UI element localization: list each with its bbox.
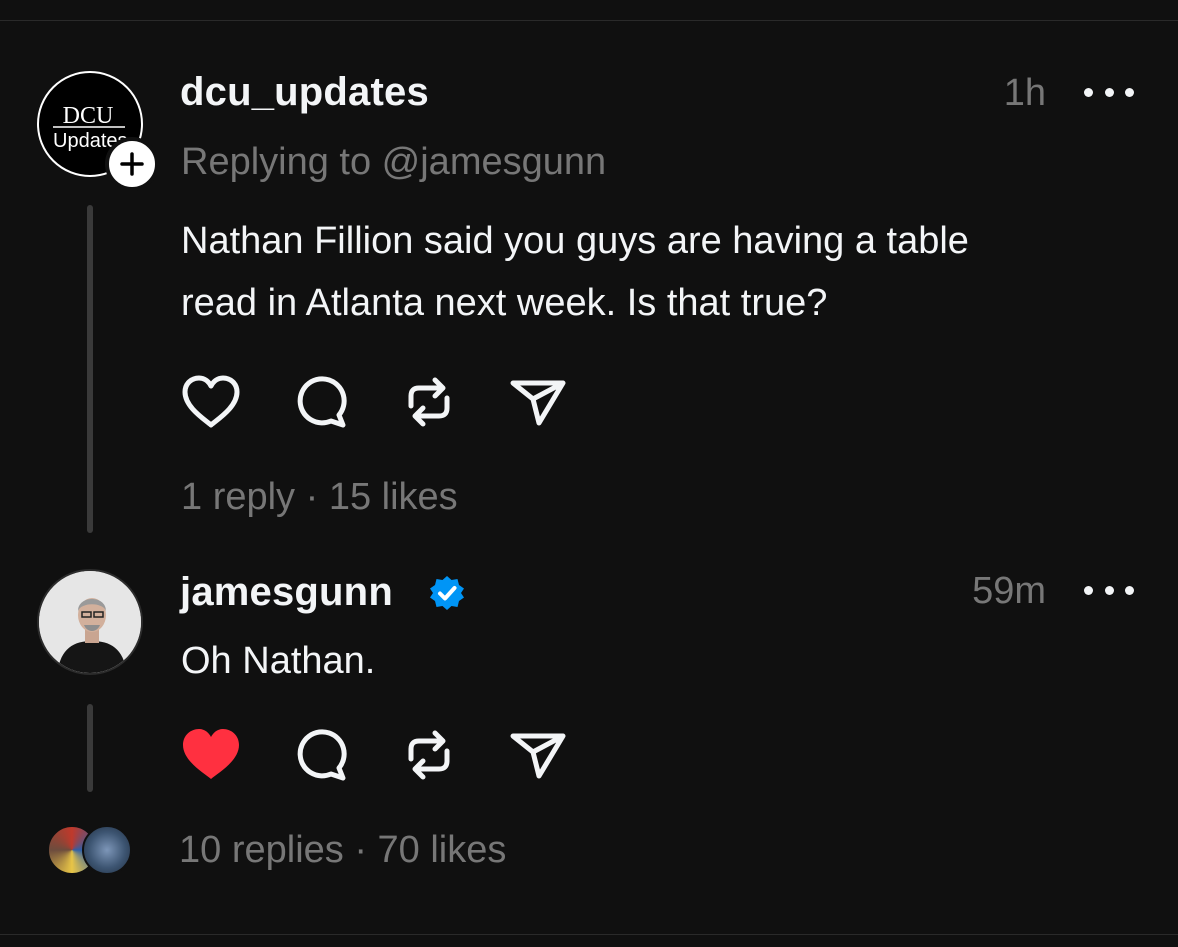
reply-context[interactable]: Replying to @jamesgunn [181,141,606,184]
repost-icon [408,730,450,780]
action-bar [179,723,615,787]
timestamp: 1h [1003,72,1046,114]
more-icon[interactable] [1084,580,1134,600]
svg-text:DCU: DCU [63,103,114,129]
username[interactable]: dcu_updates [180,70,429,115]
username[interactable]: jamesgunn [180,570,393,615]
post-stats[interactable]: 10 replies · 70 likes [179,829,506,872]
verified-badge-icon [428,574,466,617]
comment-button[interactable] [288,723,352,787]
avatar-jamesgunn[interactable] [37,569,143,675]
like-button[interactable] [179,723,243,787]
post-dcu-updates: DCU Updates dcu_updates Replying to @jam… [0,0,1178,560]
thread-line [87,704,93,792]
share-button[interactable] [506,370,570,434]
comment-icon [297,729,347,781]
bottom-divider [0,934,1178,935]
comment-button[interactable] [288,370,352,434]
follow-plus-icon[interactable] [105,137,159,191]
post-text: Nathan Fillion said you guys are having … [181,210,969,334]
replier-avatar[interactable] [82,825,132,875]
action-bar [179,370,615,434]
share-button[interactable] [506,723,570,787]
post-text-line: read in Atlanta next week. Is that true? [181,282,828,324]
person-photo [39,571,141,673]
post-text: Oh Nathan. [181,640,376,682]
repost-icon [408,377,450,427]
post-text-line: Nathan Fillion said you guys are having … [181,220,969,262]
repost-button[interactable] [397,723,461,787]
repost-button[interactable] [397,370,461,434]
post-jamesgunn: jamesgunn 59m Oh Nathan. 10 replies · 70… [0,560,1178,947]
more-icon[interactable] [1084,82,1134,102]
timestamp: 59m [972,570,1046,612]
share-icon [510,733,566,779]
thread-line [87,205,93,533]
heart-icon [183,729,239,779]
share-icon [510,380,566,426]
post-stats[interactable]: 1 reply · 15 likes [181,476,458,519]
heart-icon [182,375,240,428]
like-button[interactable] [179,370,243,434]
comment-icon [297,376,347,428]
